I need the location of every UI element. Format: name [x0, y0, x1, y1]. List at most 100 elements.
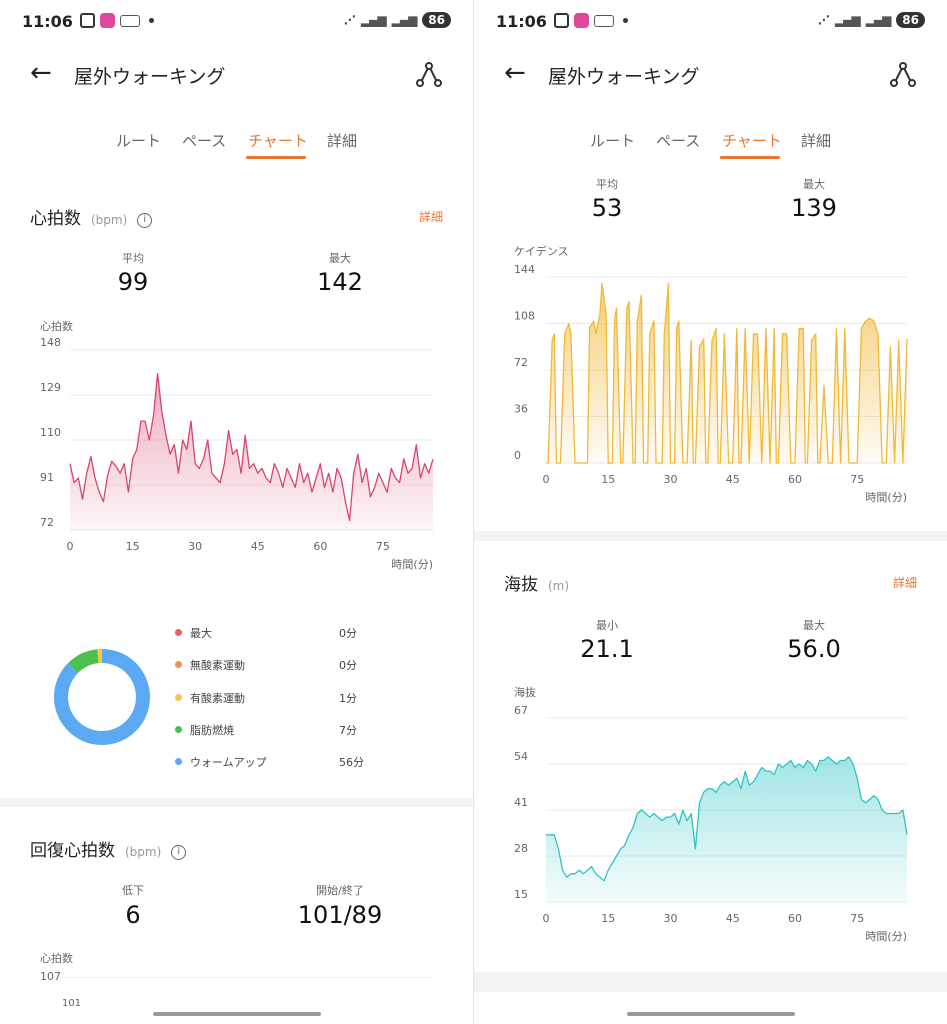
cadence-chart: 144 108 72 36 0 0 15 30 45 60 75時間(分): [514, 263, 908, 503]
altitude-chart: 67 54 41 28 15 0 15 30 45 60 75時間(分): [514, 704, 908, 943]
legend-dot: [175, 661, 182, 668]
altitude-heading: 海抜 (m): [504, 575, 570, 595]
back-arrow-icon[interactable]: ←: [504, 58, 526, 88]
tab-chart[interactable]: チャート: [248, 130, 308, 151]
info-icon[interactable]: i: [171, 845, 187, 860]
legend-dot: [175, 726, 182, 733]
tab-route[interactable]: ルート: [590, 130, 635, 151]
legend-item: ウォームアップ 56分: [175, 753, 375, 773]
x-tick-label: 0: [67, 540, 74, 553]
legend-item: 無酸素運動 0分: [175, 656, 375, 676]
tab-route[interactable]: ルート: [116, 130, 161, 151]
route-share-icon[interactable]: [413, 58, 445, 90]
battery-badge: 86: [422, 12, 451, 28]
back-arrow-icon[interactable]: ←: [30, 58, 52, 88]
recovery-ytick: 101: [62, 998, 82, 1009]
cell-signal-icon: ▂▄▆: [360, 13, 387, 27]
gallery-icon: [554, 13, 569, 28]
x-tick-label: 15: [126, 540, 140, 553]
x-tick-label: 30: [663, 473, 677, 486]
y-tick-label: 108: [514, 310, 535, 323]
x-tick-label: 75: [850, 912, 864, 925]
section-divider: [474, 531, 947, 541]
series-area: [546, 756, 907, 902]
tab-bar: ルート ペース チャート 詳細: [474, 130, 947, 164]
info-icon[interactable]: i: [137, 213, 153, 228]
route-share-icon[interactable]: [887, 58, 919, 90]
wifi-signal-icon: ⋰: [343, 13, 356, 27]
more-notifications-dot: [149, 18, 154, 23]
x-tick-label: 60: [313, 540, 327, 553]
cadence-max-value: 139: [791, 194, 837, 222]
y-tick-label: 72: [514, 356, 528, 369]
hr-avg-label: 平均: [122, 252, 144, 265]
y-tick-label: 36: [514, 403, 528, 416]
legend-item: 最大 0分: [175, 624, 375, 644]
x-tick-label: 75: [376, 540, 390, 553]
altitude-max-value: 56.0: [787, 635, 841, 663]
series-area: [70, 373, 433, 530]
status-bar: 11:06 ⋰ ▂▄▆ ▂▄▆ 86: [22, 10, 451, 34]
x-tick-label: 15: [601, 473, 615, 486]
x-tick-label: 30: [188, 540, 202, 553]
x-tick-label: 60: [788, 912, 802, 925]
legend-dot: [175, 758, 182, 765]
x-axis-label: 時間(分): [865, 930, 907, 943]
x-axis-label: 時間(分): [391, 558, 433, 571]
cell-signal-2-icon: ▂▄▆: [391, 13, 418, 27]
heart-rate-zone-donut: [54, 649, 150, 745]
y-tick-label: 54: [514, 750, 528, 763]
x-tick-label: 60: [788, 473, 802, 486]
altitude-detail-link[interactable]: 詳細: [893, 574, 917, 591]
tab-details[interactable]: 詳細: [327, 130, 357, 151]
wifi-notification-icon: [120, 14, 140, 27]
hr-max-label: 最大: [329, 252, 351, 265]
x-tick-label: 0: [543, 473, 550, 486]
wifi-notification-icon: [594, 14, 614, 27]
donut-slice: [68, 649, 100, 674]
x-tick-label: 45: [251, 540, 265, 553]
recovery-heading: 回復心拍数 (bpm) i: [30, 836, 187, 861]
legend-dot: [175, 694, 182, 701]
flower-app-icon: [574, 13, 589, 28]
y-tick-label: 148: [40, 336, 61, 349]
right-screen: 11:06 ⋰ ▂▄▆ ▂▄▆ 86 ← 屋外ウォーキング ルート ペース チャ…: [474, 0, 947, 1024]
cell-signal-icon: ▂▄▆: [834, 13, 861, 27]
recovery-startend-value: 101/89: [297, 901, 383, 929]
tab-pace[interactable]: ペース: [182, 130, 226, 151]
altitude-max-label: 最大: [803, 619, 825, 632]
x-tick-label: 75: [850, 473, 864, 486]
status-bar: 11:06 ⋰ ▂▄▆ ▂▄▆ 86: [496, 10, 925, 34]
gallery-icon: [80, 13, 95, 28]
heart-rate-chart: 148 129 110 91 72 0 15 30 45 60 75時間(分): [40, 336, 434, 571]
y-tick-label: 110: [40, 426, 61, 439]
wifi-signal-icon: ⋰: [817, 13, 830, 27]
tab-chart[interactable]: チャート: [722, 130, 782, 151]
y-tick-label: 15: [514, 888, 528, 901]
y-tick-label: 129: [40, 381, 61, 394]
legend-item: 有酸素運動 1分: [175, 689, 375, 709]
status-time: 11:06: [22, 12, 73, 31]
y-tick-label: 28: [514, 842, 528, 855]
active-tab-indicator: [720, 156, 780, 159]
cell-signal-2-icon: ▂▄▆: [865, 13, 892, 27]
altitude-min-label: 最小: [596, 619, 618, 632]
section-divider: [0, 798, 473, 807]
x-tick-label: 30: [663, 912, 677, 925]
page-title: 屋外ウォーキング: [74, 66, 226, 88]
heart-rate-heading: 心拍数 (bpm) i: [30, 204, 153, 229]
tab-details[interactable]: 詳細: [801, 130, 831, 151]
tab-pace[interactable]: ペース: [656, 130, 700, 151]
recovery-drop-label: 低下: [122, 884, 144, 897]
home-indicator[interactable]: [627, 1012, 795, 1016]
app-bar: ← 屋外ウォーキング: [0, 54, 473, 94]
y-tick-label: 72: [40, 516, 54, 529]
cadence-chart-ylabel: ケイデンス: [514, 245, 569, 258]
section-divider: [474, 972, 947, 992]
tab-bar: ルート ペース チャート 詳細: [0, 130, 473, 164]
x-axis-label: 時間(分): [865, 491, 907, 503]
left-screen: 11:06 ⋰ ▂▄▆ ▂▄▆ 86 ← 屋外ウォーキング ルート ペース チャ…: [0, 0, 473, 1024]
heart-rate-detail-link[interactable]: 詳細: [419, 208, 443, 225]
home-indicator[interactable]: [153, 1012, 321, 1016]
flower-app-icon: [100, 13, 115, 28]
